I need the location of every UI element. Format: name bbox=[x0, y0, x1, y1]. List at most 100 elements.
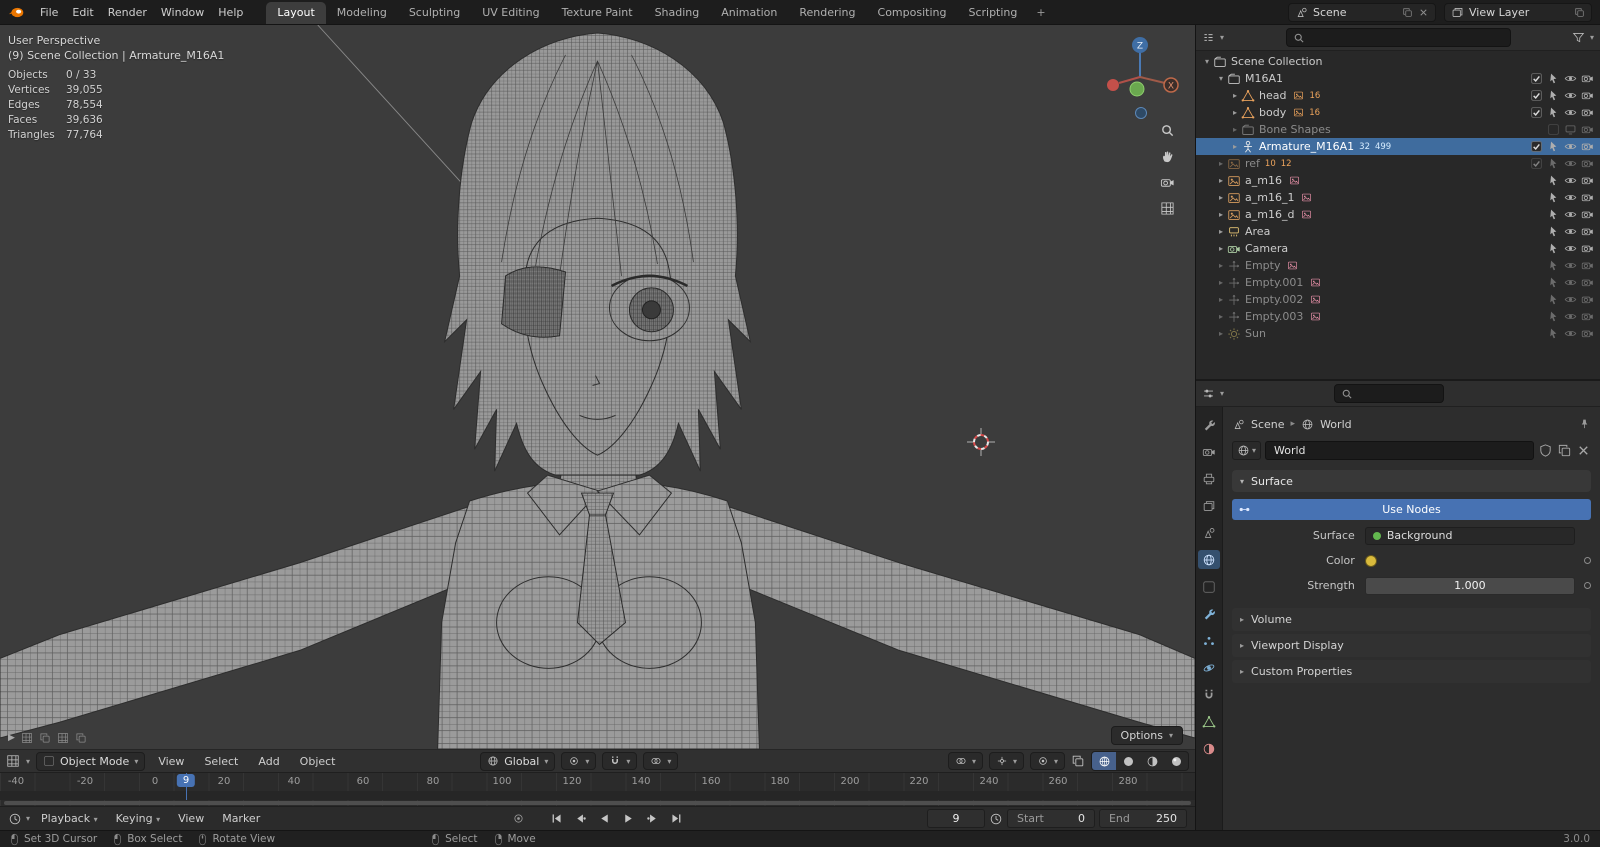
outliner-row-a-m16-d[interactable]: ▸ a_m16_d bbox=[1196, 206, 1600, 223]
render-visibility-icon[interactable] bbox=[1581, 310, 1594, 323]
filter-icon[interactable] bbox=[1572, 31, 1585, 44]
menu-marker[interactable]: Marker bbox=[215, 809, 267, 828]
previous-keyframe-button[interactable] bbox=[569, 810, 591, 828]
selectable-icon[interactable] bbox=[1547, 140, 1560, 153]
render-visibility-icon[interactable] bbox=[1581, 225, 1594, 238]
editor-type-icon[interactable] bbox=[6, 754, 20, 768]
render-visibility-icon[interactable] bbox=[1581, 89, 1594, 102]
add-workspace-button[interactable]: + bbox=[1028, 2, 1053, 24]
tab-modeling[interactable]: Modeling bbox=[326, 2, 398, 24]
play-reverse-button[interactable] bbox=[593, 810, 615, 828]
render-visibility-icon[interactable] bbox=[1581, 276, 1594, 289]
eye-icon[interactable] bbox=[1564, 310, 1577, 323]
render-visibility-icon[interactable] bbox=[1581, 293, 1594, 306]
menu-keying[interactable]: Keying ▾ bbox=[109, 809, 167, 828]
menu-select[interactable]: Select bbox=[197, 752, 245, 771]
toggle-ortho-icon[interactable] bbox=[1160, 201, 1175, 216]
expand-arrow-icon[interactable]: ▸ bbox=[1229, 108, 1241, 117]
overlays-dropdown[interactable]: ▾ bbox=[1030, 752, 1065, 770]
expand-arrow-icon[interactable]: ▸ bbox=[1215, 295, 1227, 304]
selectable-icon[interactable] bbox=[1547, 310, 1560, 323]
render-visibility-icon[interactable] bbox=[1581, 157, 1594, 170]
tab-constraints[interactable] bbox=[1198, 685, 1220, 704]
outliner-row-area[interactable]: ▸ Area bbox=[1196, 223, 1600, 240]
pin-icon[interactable] bbox=[1578, 418, 1591, 431]
xray-toggle-icon[interactable] bbox=[1071, 754, 1085, 768]
next-keyframe-button[interactable] bbox=[641, 810, 663, 828]
auto-keying-button[interactable] bbox=[507, 810, 529, 828]
menu-file[interactable]: File bbox=[33, 3, 65, 22]
expand-arrow-icon[interactable]: ▸ bbox=[1215, 261, 1227, 270]
eye-icon[interactable] bbox=[1564, 140, 1577, 153]
eye-icon[interactable] bbox=[1564, 106, 1577, 119]
outliner-row-bone-shapes[interactable]: ▸ Bone Shapes bbox=[1196, 121, 1600, 138]
frame-end-field[interactable]: End 250 bbox=[1099, 809, 1187, 828]
outliner-row-scene-collection[interactable]: ▾ Scene Collection bbox=[1196, 53, 1600, 70]
copy-icon[interactable] bbox=[1574, 7, 1585, 18]
animate-property-icon[interactable] bbox=[1584, 582, 1591, 589]
editor-type-icon[interactable] bbox=[1202, 31, 1215, 44]
shading-rendered-button[interactable] bbox=[1164, 752, 1188, 770]
playhead-frame-badge[interactable]: 9 bbox=[177, 774, 195, 787]
unlink-icon[interactable] bbox=[1576, 443, 1591, 458]
selectable-icon[interactable] bbox=[1547, 72, 1560, 85]
render-visibility-icon[interactable] bbox=[1581, 140, 1594, 153]
checkbox-icon[interactable] bbox=[1530, 106, 1543, 119]
outliner-row-sun[interactable]: ▸ Sun bbox=[1196, 325, 1600, 342]
tab-output[interactable] bbox=[1198, 469, 1220, 488]
menu-window[interactable]: Window bbox=[154, 3, 211, 22]
expand-arrow-icon[interactable]: ▸ bbox=[1229, 142, 1241, 151]
outliner-row-body[interactable]: ▸ body 16 bbox=[1196, 104, 1600, 121]
render-visibility-icon[interactable] bbox=[1581, 123, 1594, 136]
expand-arrow-icon[interactable]: ▸ bbox=[1215, 193, 1227, 202]
outliner-row-camera[interactable]: ▸ Camera bbox=[1196, 240, 1600, 257]
render-visibility-icon[interactable] bbox=[1581, 327, 1594, 340]
eye-icon[interactable] bbox=[1564, 242, 1577, 255]
search-input[interactable] bbox=[1310, 31, 1504, 44]
tab-object-data[interactable] bbox=[1198, 712, 1220, 731]
collapse-arrow-icon[interactable]: ▾ bbox=[1215, 74, 1227, 83]
eye-icon[interactable] bbox=[1564, 293, 1577, 306]
outliner-row-empty-003[interactable]: ▸ Empty.003 bbox=[1196, 308, 1600, 325]
render-visibility-icon[interactable] bbox=[1581, 259, 1594, 272]
snap-dropdown[interactable]: ▾ bbox=[602, 752, 637, 770]
timeline-track[interactable] bbox=[0, 791, 1195, 800]
eye-icon[interactable] bbox=[1564, 259, 1577, 272]
outliner-row-empty-002[interactable]: ▸ Empty.002 bbox=[1196, 291, 1600, 308]
tab-rendering[interactable]: Rendering bbox=[788, 2, 866, 24]
transform-orientation-dropdown[interactable]: Global ▾ bbox=[480, 752, 555, 771]
navigation-gizmo[interactable]: Z X bbox=[1097, 31, 1183, 123]
eye-icon[interactable] bbox=[1564, 157, 1577, 170]
use-nodes-button[interactable]: Use Nodes bbox=[1232, 499, 1591, 520]
expand-arrow-icon[interactable]: ▸ bbox=[1215, 227, 1227, 236]
proportional-edit-dropdown[interactable]: ▾ bbox=[643, 752, 678, 770]
eye-icon[interactable] bbox=[1564, 276, 1577, 289]
render-visibility-icon[interactable] bbox=[1581, 174, 1594, 187]
render-visibility-icon[interactable] bbox=[1581, 106, 1594, 119]
breadcrumb-scene[interactable]: Scene bbox=[1251, 418, 1285, 431]
current-frame-field[interactable]: 9 bbox=[927, 809, 985, 828]
grid-toggle-icon[interactable] bbox=[75, 732, 87, 744]
frame-start-field[interactable]: Start 0 bbox=[1007, 809, 1095, 828]
shading-wireframe-button[interactable] bbox=[1092, 752, 1116, 770]
selectable-icon[interactable] bbox=[1547, 225, 1560, 238]
timeline-ruler[interactable]: -40 -20 0 20 40 60 80 100 120 140 160 18… bbox=[0, 772, 1195, 806]
view-layer-selector[interactable]: View Layer bbox=[1444, 3, 1592, 22]
zoom-icon[interactable] bbox=[1160, 123, 1175, 138]
animate-property-icon[interactable] bbox=[1584, 557, 1591, 564]
eye-icon[interactable] bbox=[1564, 89, 1577, 102]
menu-help[interactable]: Help bbox=[211, 3, 250, 22]
render-visibility-icon[interactable] bbox=[1581, 242, 1594, 255]
tab-object[interactable] bbox=[1198, 577, 1220, 596]
use-preview-range-icon[interactable] bbox=[989, 812, 1003, 826]
color-swatch[interactable] bbox=[1365, 555, 1377, 567]
surface-shader-dropdown[interactable]: Background bbox=[1365, 527, 1575, 545]
render-visibility-icon[interactable] bbox=[1581, 191, 1594, 204]
eye-icon[interactable] bbox=[1564, 208, 1577, 221]
menu-playback[interactable]: Playback ▾ bbox=[34, 809, 105, 828]
outliner-row-empty[interactable]: ▸ Empty bbox=[1196, 257, 1600, 274]
menu-render[interactable]: Render bbox=[101, 3, 154, 22]
expand-arrow-icon[interactable]: ▸ bbox=[1215, 159, 1227, 168]
world-name-field[interactable]: World bbox=[1265, 441, 1534, 460]
collapse-arrow-icon[interactable]: ▾ bbox=[1201, 57, 1213, 66]
